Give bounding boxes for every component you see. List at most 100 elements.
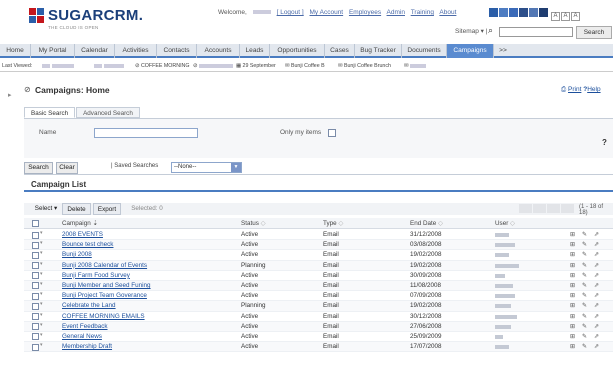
theme-swatch[interactable]	[489, 8, 498, 17]
row-checkbox[interactable]	[32, 323, 39, 331]
campaign-name-link[interactable]: Bunji 2008	[62, 251, 92, 258]
last-viewed-item[interactable]	[40, 60, 74, 71]
row-checkbox[interactable]	[32, 343, 39, 351]
last-viewed-item[interactable]: ⊘	[193, 60, 234, 71]
tab-more[interactable]: >>	[494, 44, 512, 58]
row-checkbox[interactable]	[32, 251, 39, 259]
employees-link[interactable]: Employees	[349, 9, 381, 16]
view-status-icon[interactable]: ⊞	[570, 323, 575, 330]
clear-button[interactable]: Clear	[56, 162, 78, 174]
help-label[interactable]: Help	[587, 86, 600, 93]
edit-icon[interactable]: ✎	[582, 333, 587, 340]
row-actions-icon[interactable]: ▾	[40, 261, 43, 267]
edit-icon[interactable]: ✎	[582, 262, 587, 269]
campaign-name-link[interactable]: General News	[62, 333, 102, 340]
sitemap-link[interactable]: Sitemap ▾ |	[455, 27, 487, 35]
print-link[interactable]: ⎙ Print ?Help	[561, 86, 601, 94]
campaign-name-link[interactable]: COFFEE MORNING EMAILS	[62, 313, 145, 320]
brand-name[interactable]: SUGARCRM.	[48, 7, 143, 24]
font-size-medium-button[interactable]: A	[560, 12, 570, 21]
launch-icon[interactable]: ⇗	[594, 333, 599, 340]
column-end-date[interactable]: End Date ◇	[410, 220, 443, 227]
next-page-button[interactable]	[547, 204, 560, 213]
tab-bug-tracker[interactable]: Bug Tracker	[355, 44, 402, 58]
launch-icon[interactable]: ⇗	[594, 292, 599, 299]
tab-leads[interactable]: Leads	[240, 44, 270, 58]
launch-icon[interactable]: ⇗	[594, 251, 599, 258]
tab-documents[interactable]: Documents	[402, 44, 447, 58]
edit-icon[interactable]: ✎	[582, 272, 587, 279]
launch-icon[interactable]: ⇗	[594, 323, 599, 330]
view-status-icon[interactable]: ⊞	[570, 292, 575, 299]
edit-icon[interactable]: ✎	[582, 241, 587, 248]
saved-searches-select[interactable]: --None-- ▼	[171, 162, 242, 173]
view-status-icon[interactable]: ⊞	[570, 333, 575, 340]
campaign-name-link[interactable]: 2008 EVENTS	[62, 231, 103, 238]
last-viewed-item[interactable]: ✉	[404, 60, 427, 71]
campaign-name-link[interactable]: Bunji 2008 Calendar of Events	[62, 262, 147, 269]
launch-icon[interactable]: ⇗	[594, 313, 599, 320]
tab-advanced-search[interactable]: Advanced Search	[76, 107, 140, 118]
select-menu[interactable]: Select ▾	[31, 203, 61, 215]
tab-campaigns[interactable]: Campaigns	[447, 44, 494, 58]
view-status-icon[interactable]: ⊞	[570, 302, 575, 309]
campaign-name-link[interactable]: Event Feedback	[62, 323, 108, 330]
row-actions-icon[interactable]: ▾	[40, 271, 43, 277]
font-size-large-button[interactable]: A	[570, 12, 580, 21]
edit-icon[interactable]: ✎	[582, 292, 587, 299]
my-account-link[interactable]: My Account	[310, 9, 344, 16]
campaign-name-link[interactable]: Celebrate the Land	[62, 302, 116, 309]
row-actions-icon[interactable]: ▾	[40, 332, 43, 338]
theme-swatch[interactable]	[529, 8, 538, 17]
training-link[interactable]: Training	[411, 9, 434, 16]
campaign-name-link[interactable]: Bunji Farm Food Survey	[62, 272, 130, 279]
global-search-button[interactable]: Search	[576, 26, 612, 39]
edit-icon[interactable]: ✎	[582, 302, 587, 309]
sugarcrm-logo-icon[interactable]	[29, 8, 45, 24]
about-link[interactable]: About	[439, 9, 456, 16]
tab-contacts[interactable]: Contacts	[157, 44, 197, 58]
admin-link[interactable]: Admin	[387, 9, 405, 16]
launch-icon[interactable]: ⇗	[594, 282, 599, 289]
launch-icon[interactable]: ⇗	[594, 302, 599, 309]
launch-icon[interactable]: ⇗	[594, 262, 599, 269]
campaign-name-link[interactable]: Bunji Project Team Goverance	[62, 292, 147, 299]
row-checkbox[interactable]	[32, 231, 39, 239]
row-actions-icon[interactable]: ▾	[40, 240, 43, 246]
row-actions-icon[interactable]: ▾	[40, 342, 43, 348]
export-button[interactable]: Export	[93, 203, 121, 215]
launch-icon[interactable]: ⇗	[594, 231, 599, 238]
column-campaign[interactable]: Campaign ⇣	[62, 220, 98, 227]
last-viewed-item[interactable]	[92, 60, 124, 71]
edit-icon[interactable]: ✎	[582, 282, 587, 289]
select-all-checkbox[interactable]	[32, 220, 39, 227]
logout-link[interactable]: [ Logout ]	[277, 9, 304, 16]
edit-icon[interactable]: ✎	[582, 251, 587, 258]
edit-icon[interactable]: ✎	[582, 313, 587, 320]
row-checkbox[interactable]	[32, 282, 39, 290]
view-status-icon[interactable]: ⊞	[570, 313, 575, 320]
sidebar-toggle-icon[interactable]: ▸	[8, 91, 12, 99]
font-size-small-button[interactable]: A	[550, 12, 560, 21]
row-actions-icon[interactable]: ▾	[40, 230, 43, 236]
edit-icon[interactable]: ✎	[582, 323, 587, 330]
first-page-button[interactable]	[519, 204, 532, 213]
row-checkbox[interactable]	[32, 262, 39, 270]
view-status-icon[interactable]: ⊞	[570, 262, 575, 269]
launch-icon[interactable]: ⇗	[594, 343, 599, 350]
edit-icon[interactable]: ✎	[582, 343, 587, 350]
view-status-icon[interactable]: ⊞	[570, 282, 575, 289]
theme-swatch[interactable]	[509, 8, 518, 17]
delete-button[interactable]: Delete	[62, 203, 91, 215]
tab-basic-search[interactable]: Basic Search	[24, 107, 76, 118]
row-checkbox[interactable]	[32, 333, 39, 341]
last-viewed-item[interactable]: ⊘ COFFEE MORNING	[135, 60, 190, 71]
row-checkbox[interactable]	[32, 272, 39, 280]
edit-icon[interactable]: ✎	[582, 231, 587, 238]
row-actions-icon[interactable]: ▾	[40, 250, 43, 256]
row-actions-icon[interactable]: ▾	[40, 291, 43, 297]
campaign-name-link[interactable]: Membership Draft	[62, 343, 112, 350]
name-input[interactable]	[94, 128, 198, 138]
only-my-items-checkbox[interactable]	[328, 129, 336, 137]
view-status-icon[interactable]: ⊞	[570, 251, 575, 258]
